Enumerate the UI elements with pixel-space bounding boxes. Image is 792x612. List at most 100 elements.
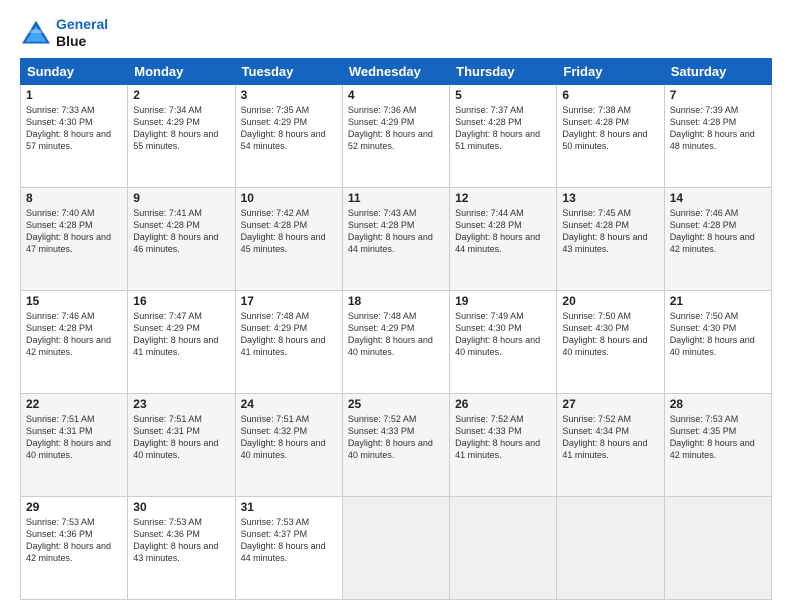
- cell-content: Sunrise: 7:35 AM Sunset: 4:29 PM Dayligh…: [241, 104, 337, 153]
- sunrise-label: Sunrise:: [562, 414, 598, 424]
- sunset-label: Sunset:: [670, 220, 703, 230]
- sunset-value: 4:33 PM: [488, 426, 522, 436]
- sunset-value: 4:36 PM: [59, 529, 93, 539]
- calendar-week-row: 1 Sunrise: 7:33 AM Sunset: 4:30 PM Dayli…: [21, 84, 772, 187]
- calendar-week-row: 29 Sunrise: 7:53 AM Sunset: 4:36 PM Dayl…: [21, 496, 772, 599]
- calendar-cell: 3 Sunrise: 7:35 AM Sunset: 4:29 PM Dayli…: [235, 84, 342, 187]
- cell-content: Sunrise: 7:53 AM Sunset: 4:37 PM Dayligh…: [241, 516, 337, 565]
- sunset-label: Sunset:: [562, 426, 595, 436]
- header: General Blue: [20, 16, 772, 50]
- cell-content: Sunrise: 7:47 AM Sunset: 4:29 PM Dayligh…: [133, 310, 229, 359]
- sunset-value: 4:30 PM: [488, 323, 522, 333]
- daylight-label: Daylight: 8 hours and 44 minutes.: [241, 541, 326, 563]
- day-number: 15: [26, 294, 122, 308]
- sunrise-label: Sunrise:: [348, 105, 384, 115]
- sunrise-value: 7:52 AM: [383, 414, 416, 424]
- calendar-week-row: 22 Sunrise: 7:51 AM Sunset: 4:31 PM Dayl…: [21, 393, 772, 496]
- day-number: 21: [670, 294, 766, 308]
- sunset-label: Sunset:: [133, 426, 166, 436]
- sunrise-label: Sunrise:: [133, 208, 169, 218]
- calendar-week-row: 8 Sunrise: 7:40 AM Sunset: 4:28 PM Dayli…: [21, 187, 772, 290]
- sunset-label: Sunset:: [241, 117, 274, 127]
- calendar-cell: 13 Sunrise: 7:45 AM Sunset: 4:28 PM Dayl…: [557, 187, 664, 290]
- day-number: 25: [348, 397, 444, 411]
- sunset-label: Sunset:: [455, 426, 488, 436]
- cell-content: Sunrise: 7:34 AM Sunset: 4:29 PM Dayligh…: [133, 104, 229, 153]
- calendar-cell: 30 Sunrise: 7:53 AM Sunset: 4:36 PM Dayl…: [128, 496, 235, 599]
- calendar-cell: 25 Sunrise: 7:52 AM Sunset: 4:33 PM Dayl…: [342, 393, 449, 496]
- cell-content: Sunrise: 7:48 AM Sunset: 4:29 PM Dayligh…: [348, 310, 444, 359]
- sunrise-label: Sunrise:: [133, 105, 169, 115]
- calendar-day-header: Monday: [128, 58, 235, 84]
- sunset-label: Sunset:: [26, 323, 59, 333]
- daylight-label: Daylight: 8 hours and 40 minutes.: [670, 335, 755, 357]
- daylight-label: Daylight: 8 hours and 45 minutes.: [241, 232, 326, 254]
- logo-icon: [20, 19, 52, 47]
- sunrise-value: 7:35 AM: [276, 105, 309, 115]
- sunset-value: 4:29 PM: [166, 117, 200, 127]
- calendar-cell: [450, 496, 557, 599]
- sunset-value: 4:28 PM: [488, 117, 522, 127]
- cell-content: Sunrise: 7:48 AM Sunset: 4:29 PM Dayligh…: [241, 310, 337, 359]
- day-number: 20: [562, 294, 658, 308]
- cell-content: Sunrise: 7:53 AM Sunset: 4:36 PM Dayligh…: [26, 516, 122, 565]
- calendar-cell: 8 Sunrise: 7:40 AM Sunset: 4:28 PM Dayli…: [21, 187, 128, 290]
- sunset-label: Sunset:: [348, 220, 381, 230]
- sunrise-value: 7:36 AM: [383, 105, 416, 115]
- calendar-day-header: Tuesday: [235, 58, 342, 84]
- calendar-cell: 24 Sunrise: 7:51 AM Sunset: 4:32 PM Dayl…: [235, 393, 342, 496]
- sunset-value: 4:28 PM: [381, 220, 415, 230]
- sunset-label: Sunset:: [133, 529, 166, 539]
- sunrise-label: Sunrise:: [670, 311, 706, 321]
- calendar-cell: 9 Sunrise: 7:41 AM Sunset: 4:28 PM Dayli…: [128, 187, 235, 290]
- sunrise-value: 7:51 AM: [169, 414, 202, 424]
- sunset-label: Sunset:: [562, 323, 595, 333]
- cell-content: Sunrise: 7:40 AM Sunset: 4:28 PM Dayligh…: [26, 207, 122, 256]
- daylight-label: Daylight: 8 hours and 52 minutes.: [348, 129, 433, 151]
- sunrise-label: Sunrise:: [133, 517, 169, 527]
- sunrise-label: Sunrise:: [241, 311, 277, 321]
- sunset-label: Sunset:: [26, 529, 59, 539]
- day-number: 28: [670, 397, 766, 411]
- sunrise-value: 7:46 AM: [62, 311, 95, 321]
- calendar-cell: 20 Sunrise: 7:50 AM Sunset: 4:30 PM Dayl…: [557, 290, 664, 393]
- calendar-day-header: Thursday: [450, 58, 557, 84]
- sunset-label: Sunset:: [133, 117, 166, 127]
- day-number: 31: [241, 500, 337, 514]
- calendar-header-row: SundayMondayTuesdayWednesdayThursdayFrid…: [21, 58, 772, 84]
- sunrise-label: Sunrise:: [562, 208, 598, 218]
- calendar-cell: 4 Sunrise: 7:36 AM Sunset: 4:29 PM Dayli…: [342, 84, 449, 187]
- calendar-cell: 7 Sunrise: 7:39 AM Sunset: 4:28 PM Dayli…: [664, 84, 771, 187]
- day-number: 22: [26, 397, 122, 411]
- calendar-cell: 10 Sunrise: 7:42 AM Sunset: 4:28 PM Dayl…: [235, 187, 342, 290]
- cell-content: Sunrise: 7:46 AM Sunset: 4:28 PM Dayligh…: [670, 207, 766, 256]
- sunrise-value: 7:48 AM: [276, 311, 309, 321]
- sunset-value: 4:29 PM: [381, 117, 415, 127]
- sunrise-label: Sunrise:: [670, 414, 706, 424]
- sunrise-value: 7:38 AM: [598, 105, 631, 115]
- sunrise-value: 7:53 AM: [705, 414, 738, 424]
- cell-content: Sunrise: 7:51 AM Sunset: 4:31 PM Dayligh…: [26, 413, 122, 462]
- sunset-label: Sunset:: [348, 117, 381, 127]
- cell-content: Sunrise: 7:46 AM Sunset: 4:28 PM Dayligh…: [26, 310, 122, 359]
- sunset-label: Sunset:: [241, 426, 274, 436]
- sunset-value: 4:29 PM: [274, 323, 308, 333]
- calendar-cell: 17 Sunrise: 7:48 AM Sunset: 4:29 PM Dayl…: [235, 290, 342, 393]
- daylight-label: Daylight: 8 hours and 57 minutes.: [26, 129, 111, 151]
- sunrise-label: Sunrise:: [26, 414, 62, 424]
- daylight-label: Daylight: 8 hours and 47 minutes.: [26, 232, 111, 254]
- sunrise-label: Sunrise:: [26, 208, 62, 218]
- day-number: 11: [348, 191, 444, 205]
- sunset-label: Sunset:: [348, 426, 381, 436]
- sunrise-label: Sunrise:: [241, 517, 277, 527]
- daylight-label: Daylight: 8 hours and 41 minutes.: [455, 438, 540, 460]
- day-number: 14: [670, 191, 766, 205]
- day-number: 24: [241, 397, 337, 411]
- calendar-cell: 16 Sunrise: 7:47 AM Sunset: 4:29 PM Dayl…: [128, 290, 235, 393]
- calendar-day-header: Saturday: [664, 58, 771, 84]
- day-number: 13: [562, 191, 658, 205]
- daylight-label: Daylight: 8 hours and 41 minutes.: [133, 335, 218, 357]
- day-number: 5: [455, 88, 551, 102]
- sunset-value: 4:31 PM: [166, 426, 200, 436]
- calendar-table: SundayMondayTuesdayWednesdayThursdayFrid…: [20, 58, 772, 600]
